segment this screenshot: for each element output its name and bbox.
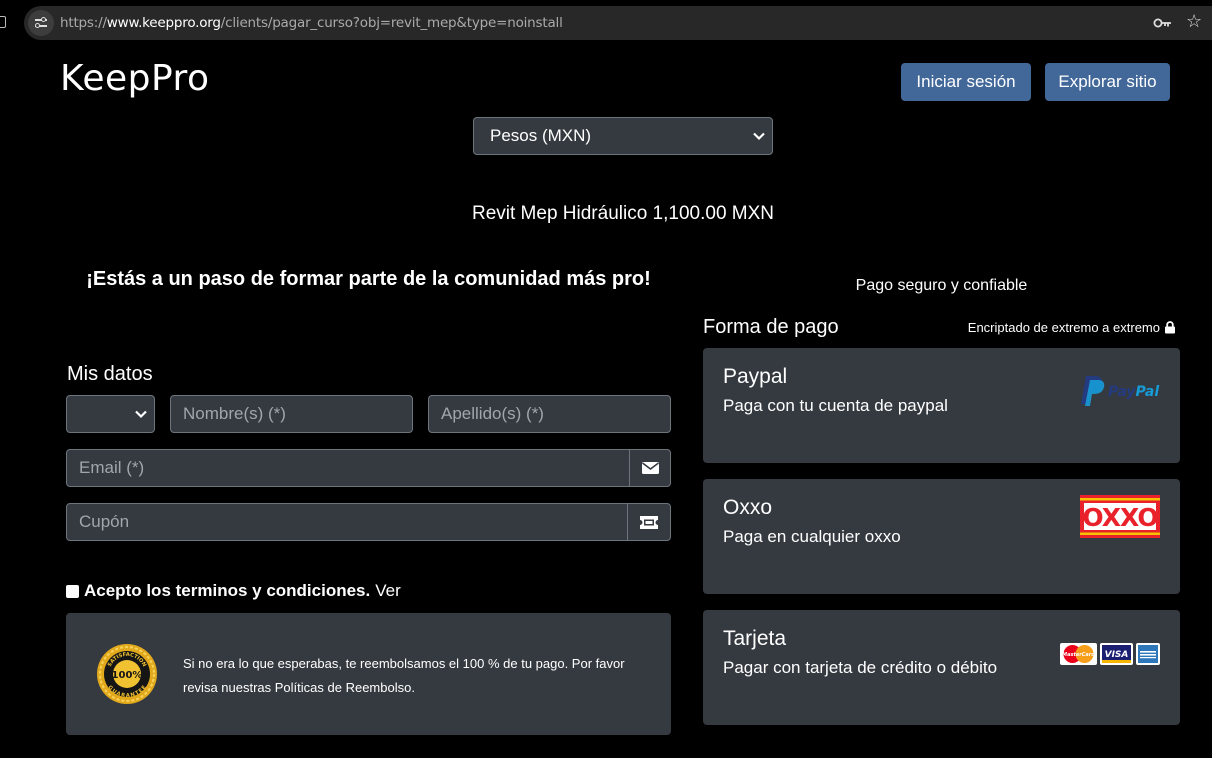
encryption-label: Encriptado de extremo a extremo: [967, 320, 1160, 335]
terms-label: Acepto los terminos y condiciones.: [84, 581, 371, 600]
paypal-title: Paypal: [723, 365, 788, 388]
oxxo-logo-text: OXXO: [1082, 503, 1157, 532]
paypal-logo-icon: PayPal: [1081, 376, 1159, 406]
login-button[interactable]: Iniciar sesión: [901, 63, 1031, 101]
envelope-icon: [641, 462, 659, 474]
keeppro-logo[interactable]: KeepPro: [60, 58, 210, 99]
refund-guarantee-panel: SATISFACTION GUARANTEE 100% Si no era lo…: [66, 613, 671, 735]
seal-text-center: 100%: [112, 670, 143, 681]
bookmark-star-icon[interactable]: ☆: [1186, 11, 1202, 31]
email-input[interactable]: Email (*): [66, 449, 630, 487]
payment-option-card[interactable]: Tarjeta Pagar con tarjeta de crédito o d…: [703, 610, 1180, 725]
last-name-input[interactable]: Apellido(s) (*): [428, 395, 671, 433]
card-brands-logo-icon: MasterCard VISA: [1060, 643, 1160, 665]
visa-logo-text: VISA: [1105, 650, 1129, 660]
email-addon: [629, 449, 671, 487]
my-data-title: Mis datos: [67, 363, 153, 385]
oxxo-logo-icon: OXXO: [1080, 495, 1160, 538]
url-prefix: https://: [60, 15, 107, 31]
url-path: /clients/pagar_curso?obj=revit_mep&type=…: [220, 15, 563, 31]
chevron-down-icon: [753, 132, 765, 141]
ticket-icon: [640, 515, 658, 529]
satisfaction-guarantee-seal-icon: SATISFACTION GUARANTEE 100%: [97, 644, 157, 704]
terms-row: Acepto los terminos y condiciones. Ver: [66, 581, 401, 601]
terms-view-link[interactable]: Ver: [375, 581, 401, 601]
mastercard-logo-text: MasterCard: [1062, 652, 1095, 658]
paypal-logo-text-pal: Pal: [1136, 384, 1160, 400]
coupon-addon: [627, 503, 671, 541]
paypal-logo-text: PayPal: [1108, 384, 1159, 400]
card-title: Tarjeta: [723, 627, 787, 650]
terms-checkbox[interactable]: [66, 584, 79, 598]
payment-option-oxxo[interactable]: Oxxo Paga en cualquier oxxo OXXO: [703, 479, 1180, 594]
oxxo-description: Paga en cualquier oxxo: [723, 527, 901, 546]
promo-headline: ¡Estás a un paso de formar parte de la c…: [86, 268, 651, 290]
browser-toolbar: https://www.keeppro.org/clients/pagar_cu…: [0, 0, 1212, 46]
url-text[interactable]: https://www.keeppro.org/clients/pagar_cu…: [60, 15, 563, 31]
url-domain: www.keeppro.org: [106, 15, 221, 31]
product-summary: Revit Mep Hidráulico 1,100.00 MXN: [471, 203, 775, 224]
reload-edge-icon[interactable]: [0, 16, 6, 28]
payment-method-title: Forma de pago: [703, 316, 839, 338]
first-name-input[interactable]: Nombre(s) (*): [170, 395, 413, 433]
encryption-note: Encriptado de extremo a extremo: [968, 320, 1176, 335]
secure-payment-label: Pago seguro y confiable: [855, 277, 1028, 294]
password-key-icon[interactable]: [1153, 16, 1173, 30]
coupon-input[interactable]: Cupón: [66, 503, 628, 541]
currency-select[interactable]: Pesos (MXN): [473, 117, 773, 155]
lock-icon: [1165, 321, 1175, 334]
refund-text: Si no era lo que esperabas, te reembolsa…: [183, 656, 625, 695]
title-select[interactable]: [66, 395, 155, 433]
oxxo-title: Oxxo: [723, 496, 773, 519]
payment-option-paypal[interactable]: Paypal Paga con tu cuenta de paypal PayP…: [703, 348, 1180, 463]
paypal-logo-text-pay: Pay: [1108, 384, 1136, 400]
chevron-down-icon: [135, 410, 147, 419]
paypal-description: Paga con tu cuenta de paypal: [723, 396, 948, 415]
site-settings-icon[interactable]: [28, 10, 54, 36]
currency-selected-value: Pesos (MXN): [490, 126, 592, 145]
explore-site-button[interactable]: Explorar sitio: [1045, 63, 1170, 101]
card-description: Pagar con tarjeta de crédito o débito: [723, 658, 998, 677]
